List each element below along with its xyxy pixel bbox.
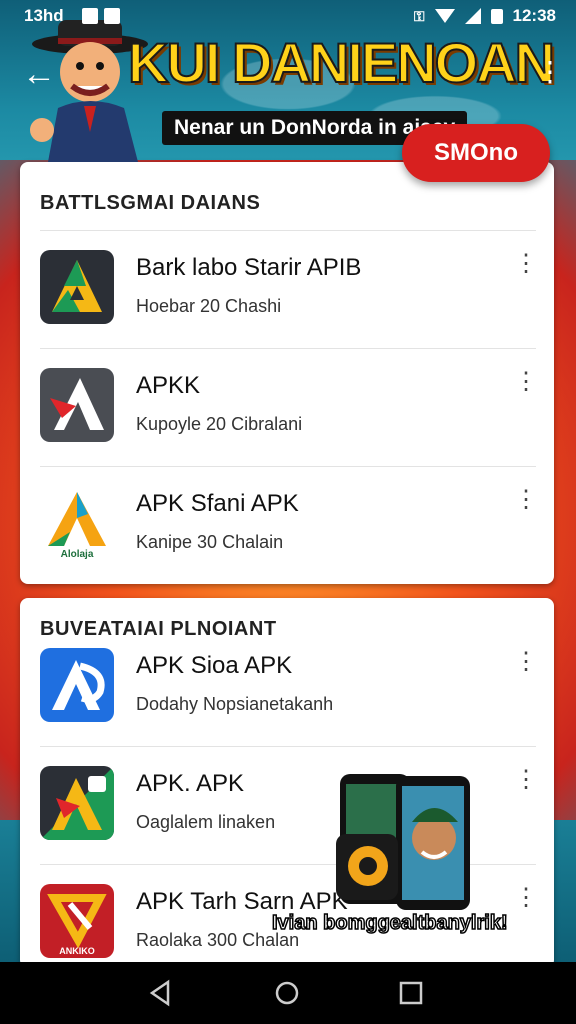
status-clock: 12:38: [512, 6, 556, 25]
divider: [40, 746, 536, 747]
app-name: APK Sioa APK: [136, 652, 293, 679]
a-logo-app-icon: [40, 766, 114, 840]
nav-home-icon[interactable]: [272, 978, 302, 1008]
section-title: BATTLSGMAI DAIANS: [40, 192, 261, 214]
divider: [40, 466, 536, 467]
list-item[interactable]: Bark labo Starir APIB Hoebar 20 Chashi ⋮: [20, 230, 554, 348]
list-item[interactable]: APK Sioa APK Dodahy Nopsianetakanh ⋮: [20, 628, 554, 746]
app-subtitle: Kupoyle 20 Cibralani: [136, 414, 303, 434]
list-item[interactable]: APKK Kupoyle 20 Cibralani ⋮: [20, 348, 554, 466]
app-icon-label: Alolaja: [61, 549, 94, 560]
more-options-icon[interactable]: ⋮: [514, 252, 538, 276]
divider: [40, 348, 536, 349]
more-options-icon[interactable]: ⋮: [536, 58, 564, 86]
more-options-icon[interactable]: ⋮: [514, 370, 538, 394]
smono-button[interactable]: SMOno: [402, 124, 550, 182]
divider: [40, 230, 536, 231]
a-logo-app-icon: [40, 648, 114, 722]
vpn-icon: ⚿: [413, 7, 425, 24]
notification-icon: [82, 8, 98, 24]
app-subtitle: Hoebar 20 Chashi: [136, 296, 282, 316]
section-card: BATTLSGMAI DAIANS Bark labo Starir APIB …: [20, 162, 554, 584]
signal-icon: [464, 8, 481, 24]
app-icon-label: ANKIKO: [59, 946, 95, 956]
status-bar: 13hd ⚿ 12:38: [0, 0, 576, 32]
wifi-icon: [434, 9, 455, 23]
more-options-icon[interactable]: ⋮: [514, 650, 538, 674]
list-item[interactable]: Alolaja APK Sfani APK Kanipe 30 Chalain …: [20, 466, 554, 584]
promo-caption: Ivian bomggealtbanylrik!: [271, 911, 508, 935]
app-title: KUI DANIENOAN: [127, 30, 556, 95]
triangle-app-icon: [40, 250, 114, 324]
nav-recents-icon[interactable]: [396, 978, 426, 1008]
app-name: APK. APK: [136, 770, 245, 797]
triangle-app-icon: Alolaja: [40, 486, 114, 560]
system-nav-bar: [0, 962, 576, 1024]
notification-icon: [104, 8, 120, 24]
app-name: APK Sfani APK: [136, 490, 299, 517]
battery-icon: [490, 8, 503, 24]
app-subtitle: Dodahy Nopsianetakanh: [136, 694, 334, 714]
app-name: APKK: [136, 372, 201, 399]
nav-back-icon[interactable]: [146, 978, 176, 1008]
app-subtitle: Oaglalem linaken: [136, 812, 276, 832]
app-name: Bark labo Starir APIB: [136, 254, 362, 281]
app-subtitle: Kanipe 30 Chalain: [136, 532, 284, 552]
status-time: 13hd: [24, 6, 64, 25]
more-options-icon[interactable]: ⋮: [514, 488, 538, 512]
a-logo-app-icon: ANKIKO: [40, 884, 114, 958]
back-arrow-icon[interactable]: ←: [22, 56, 58, 92]
a-logo-app-icon: [40, 368, 114, 442]
